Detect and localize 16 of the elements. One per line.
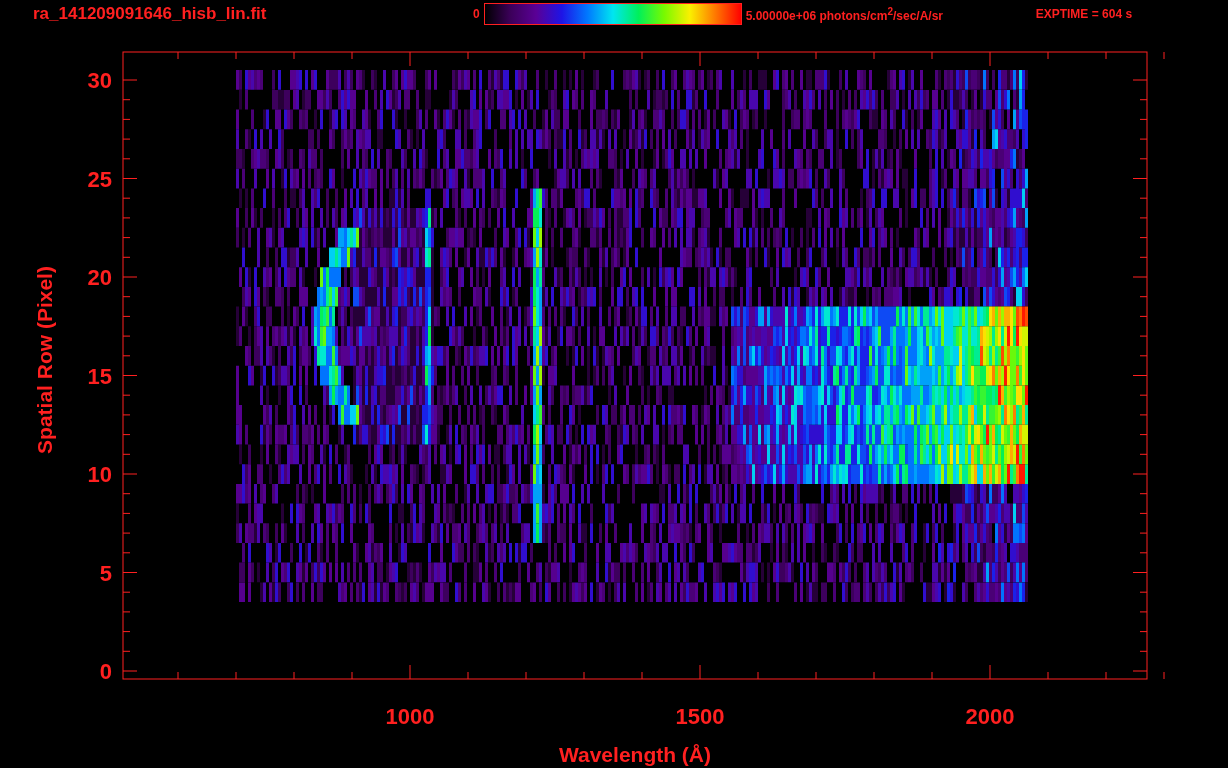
y-tick-label: 25 xyxy=(87,166,112,192)
file-name: ra_141209091646_hisb_lin.fit xyxy=(33,4,268,24)
x-tick-label: 2000 xyxy=(965,704,1015,729)
x-tick-label: 1500 xyxy=(675,704,725,729)
y-tick-label: 10 xyxy=(87,462,112,487)
x-axis-label: Wavelength (Å) xyxy=(558,743,712,766)
x-tick-label: 1000 xyxy=(385,704,435,729)
y-axis-label: Spatial Row (Pixel) xyxy=(33,266,56,454)
y-tick-label: 5 xyxy=(99,560,112,586)
y-tick-label: 0 xyxy=(99,659,112,684)
colorbar-max-label: 5.00000e+06 photons/cm$^{2}$/sec/A/sr xyxy=(745,5,945,23)
y-tick-label: 15 xyxy=(87,363,112,389)
colorbar-min-label: 0 xyxy=(473,7,480,21)
exposure-time: EXPTIME = 604 s xyxy=(1035,7,1133,21)
y-tick-label: 30 xyxy=(87,68,112,93)
y-tick-label: 20 xyxy=(87,265,112,290)
